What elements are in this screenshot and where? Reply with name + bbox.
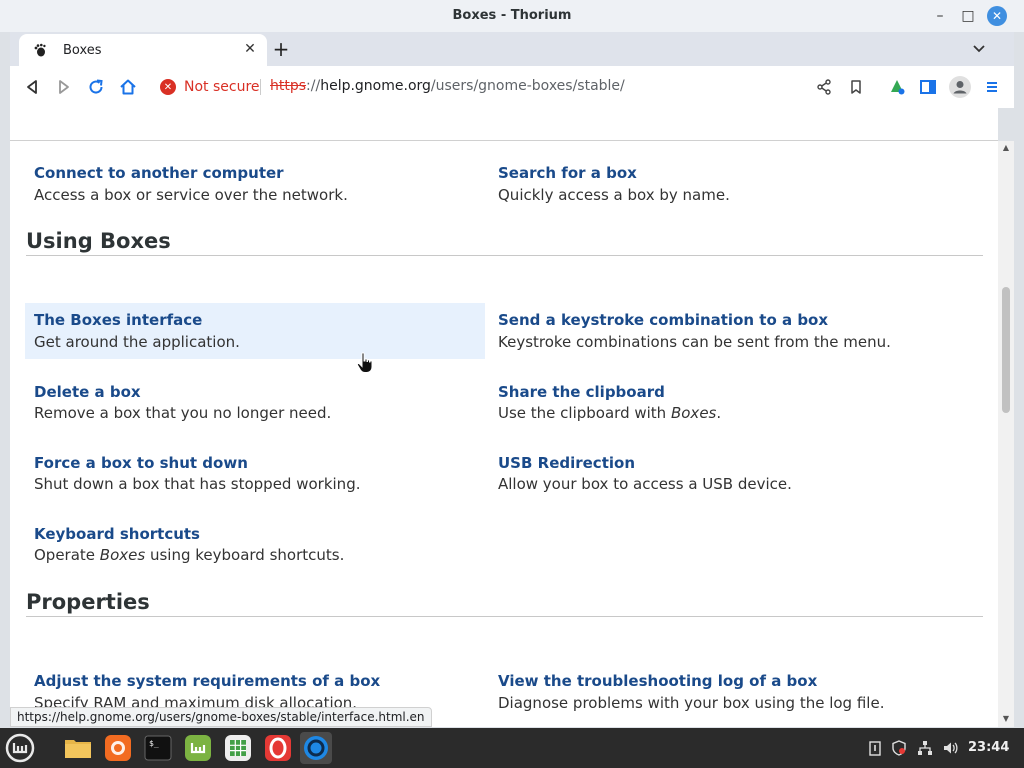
link-description: Operate Boxes using keyboard shortcuts. <box>34 546 345 564</box>
thorium-launcher[interactable] <box>300 732 332 764</box>
software-manager-icon <box>185 735 211 761</box>
firefox-icon <box>105 735 131 761</box>
window-titlebar: Boxes - Thorium – □ ✕ <box>0 0 1024 32</box>
mint-menu-button[interactable] <box>4 732 36 764</box>
link-description: Remove a box that you no longer need. <box>34 404 332 422</box>
bookmark-icon[interactable] <box>846 77 866 97</box>
window-title: Boxes - Thorium <box>452 8 572 23</box>
browser-menu-button[interactable] <box>980 75 1004 99</box>
tab-title: Boxes <box>63 43 102 58</box>
menu-lines-icon <box>987 82 997 92</box>
browser-toolbar: ✕ Not secure https://help.gnome.org/user… <box>10 66 1014 108</box>
new-tab-button[interactable]: + <box>270 37 292 61</box>
not-secure-icon: ✕ <box>160 79 176 95</box>
link-connect-another-computer[interactable]: Connect to another computer <box>34 164 284 182</box>
mint-logo-icon <box>5 733 35 763</box>
scroll-down-arrow-icon[interactable]: ▼ <box>1002 715 1010 723</box>
link-description: Quickly access a box by name. <box>498 186 730 204</box>
link-force-shut-down[interactable]: Force a box to shut down <box>34 454 248 472</box>
page-scrollbar[interactable]: ▲ ▼ <box>998 141 1014 727</box>
scroll-up-arrow-icon[interactable]: ▲ <box>1002 144 1010 152</box>
tab-strip: Boxes ✕ + <box>10 32 1014 66</box>
firefox-launcher[interactable] <box>102 732 134 764</box>
terminal-launcher[interactable]: $_ <box>142 732 174 764</box>
clipboard-tray-icon[interactable] <box>866 739 884 757</box>
files-launcher[interactable] <box>62 732 94 764</box>
tab-boxes[interactable]: Boxes ✕ <box>19 34 267 66</box>
page-content: Connect to another computer Access a box… <box>10 108 998 727</box>
section-divider <box>26 255 983 256</box>
link-keyboard-shortcuts[interactable]: Keyboard shortcuts <box>34 525 200 543</box>
address-bar[interactable]: ✕ Not secure https://help.gnome.org/user… <box>152 72 882 102</box>
security-label[interactable]: Not secure <box>184 79 260 95</box>
link-share-clipboard[interactable]: Share the clipboard <box>498 383 665 401</box>
extension-icon <box>891 80 905 95</box>
reload-icon <box>89 79 103 94</box>
tab-search-chevron-icon[interactable] <box>970 40 988 58</box>
section-heading-properties: Properties <box>26 590 150 614</box>
forward-button[interactable] <box>52 75 76 99</box>
link-description: Get around the application. <box>34 333 240 351</box>
url-text[interactable]: https://help.gnome.org/users/gnome-boxes… <box>270 78 625 94</box>
url-host: help.gnome.org <box>320 78 431 94</box>
link-adjust-system-requirements[interactable]: Adjust the system requirements of a box <box>34 672 380 690</box>
link-description: Access a box or service over the network… <box>34 186 348 204</box>
link-description: Allow your box to access a USB device. <box>498 475 792 493</box>
back-arrow-icon <box>27 80 37 94</box>
link-description: Shut down a box that has stopped working… <box>34 475 361 493</box>
url-scheme: https <box>270 78 307 94</box>
section-divider <box>26 616 983 617</box>
home-icon <box>120 79 136 95</box>
profile-avatar-icon <box>949 76 971 98</box>
side-panel-button[interactable] <box>916 75 940 99</box>
thorium-icon <box>304 736 328 760</box>
url-path: /users/gnome-boxes/stable/ <box>430 78 625 94</box>
opera-icon <box>265 735 291 761</box>
tab-close-icon[interactable]: ✕ <box>241 40 259 58</box>
system-taskbar: $_ 23:44 <box>0 728 1024 768</box>
update-shield-tray-icon[interactable] <box>890 739 908 757</box>
back-button[interactable] <box>20 75 44 99</box>
close-window-button[interactable]: ✕ <box>987 6 1007 26</box>
link-delete-box[interactable]: Delete a box <box>34 383 141 401</box>
mintinstall-launcher[interactable] <box>182 732 214 764</box>
link-description: Use the clipboard with Boxes. <box>498 404 722 422</box>
svg-text:$_: $_ <box>149 739 159 748</box>
spreadsheet-icon <box>225 735 251 761</box>
folder-icon <box>65 740 91 758</box>
spreadsheet-launcher[interactable] <box>222 732 254 764</box>
maximize-button[interactable]: □ <box>958 6 978 26</box>
share-icon[interactable] <box>814 77 834 97</box>
side-panel-icon <box>920 80 936 94</box>
section-heading-using-boxes: Using Boxes <box>26 229 171 253</box>
link-search-for-box[interactable]: Search for a box <box>498 164 637 182</box>
forward-arrow-icon <box>59 80 69 94</box>
scrollbar-thumb[interactable] <box>1002 287 1010 413</box>
link-description: Keystroke combinations can be sent from … <box>498 333 891 351</box>
link-description: Diagnose problems with your box using th… <box>498 694 885 712</box>
link-send-keystroke[interactable]: Send a keystroke combination to a box <box>498 311 828 329</box>
link-boxes-interface[interactable]: The Boxes interface <box>34 311 202 329</box>
home-button[interactable] <box>116 75 140 99</box>
link-status-bubble: https://help.gnome.org/users/gnome-boxes… <box>10 707 432 727</box>
opera-launcher[interactable] <box>262 732 294 764</box>
extension-button[interactable] <box>885 75 909 99</box>
profile-button[interactable] <box>948 75 972 99</box>
taskbar-clock[interactable]: 23:44 <box>968 740 1009 755</box>
url-divider <box>260 79 261 95</box>
url-scheme-separator: :// <box>306 78 321 94</box>
reload-button[interactable] <box>84 75 108 99</box>
network-tray-icon[interactable] <box>916 739 934 757</box>
hand-pointer-cursor-icon <box>356 352 373 373</box>
link-troubleshooting-log[interactable]: View the troubleshooting log of a box <box>498 672 817 690</box>
minimize-button[interactable]: – <box>930 6 950 26</box>
gnome-foot-icon <box>34 43 46 57</box>
terminal-icon: $_ <box>144 735 172 761</box>
page-header-band <box>10 108 998 141</box>
volume-tray-icon[interactable] <box>941 739 959 757</box>
link-usb-redirection[interactable]: USB Redirection <box>498 454 635 472</box>
